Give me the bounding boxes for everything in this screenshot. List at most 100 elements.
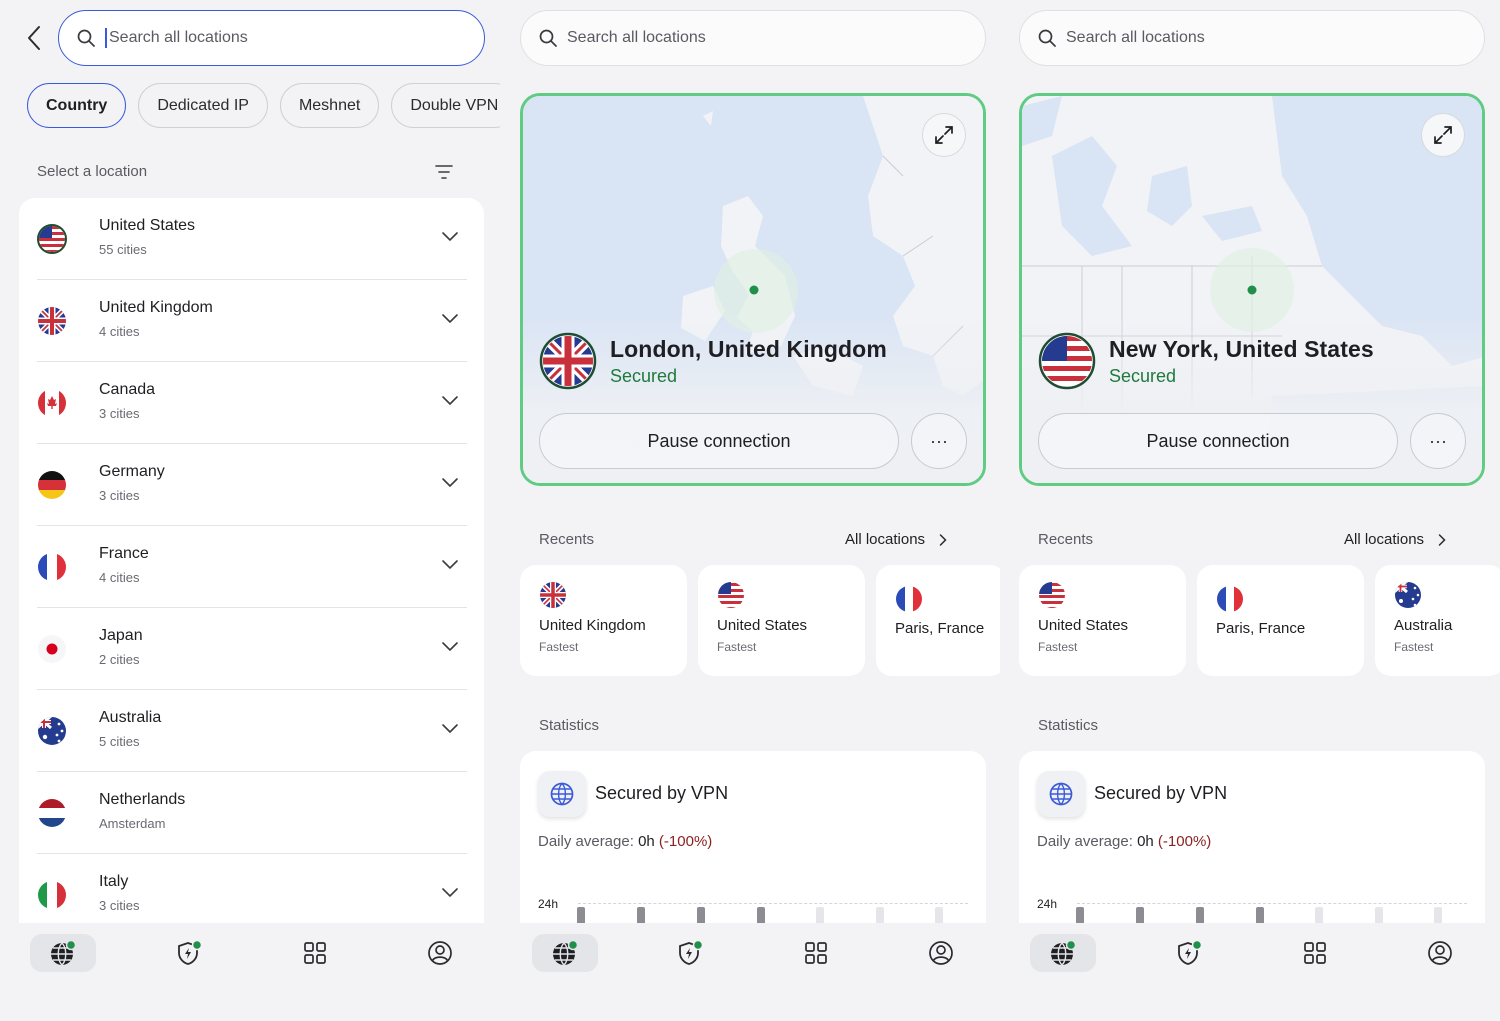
connection-card: New York, United States Secured Pause co… bbox=[1019, 93, 1485, 486]
pause-connection-button[interactable]: Pause connection bbox=[539, 413, 899, 469]
chip-double-vpn[interactable]: Double VPN bbox=[391, 83, 500, 128]
filter-icon[interactable] bbox=[433, 162, 455, 182]
chevron-down-icon[interactable] bbox=[441, 886, 459, 898]
chip-country[interactable]: Country bbox=[27, 83, 127, 128]
recent-name: United States bbox=[717, 617, 808, 634]
country-row-australia[interactable]: Australia 5 cities bbox=[37, 690, 467, 772]
shield-bolt-icon bbox=[178, 939, 203, 965]
all-locations-label: All locations bbox=[845, 531, 926, 548]
country-row-uk[interactable]: United Kingdom 4 cities bbox=[37, 280, 467, 362]
nav-apps[interactable] bbox=[282, 934, 348, 972]
country-row-france[interactable]: France 4 cities bbox=[37, 526, 467, 608]
all-locations-label: All locations bbox=[1344, 531, 1425, 548]
daily-average: Daily average: 0h (-100%) bbox=[1037, 833, 1211, 850]
country-row-canada[interactable]: Canada 3 cities bbox=[37, 362, 467, 444]
select-location-label: Select a location bbox=[37, 163, 148, 180]
bottom-nav bbox=[0, 923, 500, 1021]
country-list: United States 55 cities United Kingdom 4… bbox=[19, 198, 484, 958]
connection-status: Secured bbox=[610, 366, 678, 386]
recent-card-paris[interactable]: Paris, France bbox=[1197, 565, 1364, 676]
chevron-down-icon[interactable] bbox=[441, 558, 459, 570]
chevron-down-icon[interactable] bbox=[441, 640, 459, 652]
search-input[interactable] bbox=[567, 29, 924, 47]
chevron-down-icon[interactable] bbox=[441, 230, 459, 242]
chevron-down-icon[interactable] bbox=[441, 722, 459, 734]
search-input[interactable] bbox=[109, 29, 435, 47]
statistics-label: Statistics bbox=[1038, 717, 1099, 734]
connection-status: Secured bbox=[1109, 366, 1177, 386]
chart-y-label: 24h bbox=[1037, 897, 1058, 911]
chip-dedicated-ip[interactable]: Dedicated IP bbox=[138, 83, 268, 128]
recent-card-us[interactable]: United States Fastest bbox=[698, 565, 865, 676]
recents-label: Recents bbox=[539, 531, 595, 548]
us-flag-icon bbox=[718, 582, 744, 608]
expand-map-button[interactable] bbox=[922, 113, 966, 157]
connection-card: London, United Kingdom Secured Pause con… bbox=[520, 93, 986, 486]
nav-globe[interactable] bbox=[532, 934, 598, 972]
pause-connection-button[interactable]: Pause connection bbox=[1038, 413, 1398, 469]
us-flag-icon bbox=[1038, 332, 1096, 390]
profile-icon bbox=[1428, 941, 1452, 965]
recent-card-us[interactable]: United States Fastest bbox=[1019, 565, 1186, 676]
recent-name: United States bbox=[1038, 617, 1129, 634]
vpn-globe-badge bbox=[538, 771, 586, 817]
recent-card-australia[interactable]: Australia Fastest bbox=[1375, 565, 1500, 676]
search-bar[interactable] bbox=[58, 10, 485, 66]
recent-card-paris[interactable]: Paris, France bbox=[876, 565, 1000, 676]
uk-flag-icon bbox=[38, 307, 66, 335]
country-cities: 55 cities bbox=[99, 242, 147, 257]
australia-flag-icon bbox=[38, 717, 66, 745]
profile-icon bbox=[929, 941, 953, 965]
country-row-germany[interactable]: Germany 3 cities bbox=[37, 444, 467, 526]
germany-flag-icon bbox=[38, 471, 66, 499]
location-title: London, United Kingdom bbox=[610, 336, 887, 362]
chevron-down-icon[interactable] bbox=[441, 312, 459, 324]
nav-apps[interactable] bbox=[783, 934, 849, 972]
search-bar[interactable] bbox=[520, 10, 986, 66]
uk-flag-icon bbox=[540, 582, 566, 608]
country-row-us[interactable]: United States 55 cities bbox=[37, 198, 467, 280]
globe-icon bbox=[51, 939, 77, 966]
daily-change: (-100%) bbox=[1157, 833, 1212, 850]
grid-icon bbox=[1304, 942, 1326, 964]
search-icon bbox=[539, 29, 557, 47]
shield-bolt-icon bbox=[1178, 939, 1203, 965]
country-name: Netherlands bbox=[99, 791, 186, 808]
chip-meshnet[interactable]: Meshnet bbox=[279, 83, 380, 128]
country-name: Canada bbox=[99, 381, 156, 398]
chevron-left-icon bbox=[28, 26, 40, 50]
nav-protection[interactable] bbox=[657, 934, 723, 972]
nav-protection[interactable] bbox=[156, 934, 222, 972]
expand-map-button[interactable] bbox=[1421, 113, 1465, 157]
recent-card-uk[interactable]: United Kingdom Fastest bbox=[520, 565, 687, 676]
nav-profile[interactable] bbox=[908, 934, 974, 972]
canada-flag-icon bbox=[38, 389, 66, 417]
chevron-down-icon[interactable] bbox=[441, 476, 459, 488]
france-flag-icon bbox=[38, 553, 66, 581]
france-flag-icon bbox=[1217, 586, 1243, 612]
nav-profile[interactable] bbox=[407, 934, 473, 972]
more-options-button[interactable]: ··· bbox=[911, 413, 967, 469]
chevron-down-icon[interactable] bbox=[441, 394, 459, 406]
home-panel-london: London, United Kingdom Secured Pause con… bbox=[500, 0, 1000, 1021]
globe-icon bbox=[553, 939, 579, 966]
all-locations-link[interactable]: All locations bbox=[1344, 531, 1446, 548]
daily-change: (-100%) bbox=[658, 833, 713, 850]
country-row-japan[interactable]: Japan 2 cities bbox=[37, 608, 467, 690]
recents-label: Recents bbox=[1038, 531, 1094, 548]
search-input[interactable] bbox=[1066, 29, 1423, 47]
nav-profile[interactable] bbox=[1407, 934, 1473, 972]
nav-globe[interactable] bbox=[30, 934, 96, 972]
nav-globe[interactable] bbox=[1030, 934, 1096, 972]
country-cities: 3 cities bbox=[99, 406, 140, 421]
country-name: United States bbox=[99, 217, 196, 234]
back-button[interactable] bbox=[20, 22, 48, 54]
country-row-netherlands[interactable]: Netherlands Amsterdam bbox=[37, 772, 467, 854]
nav-protection[interactable] bbox=[1156, 934, 1222, 972]
all-locations-link[interactable]: All locations bbox=[845, 531, 947, 548]
nav-apps[interactable] bbox=[1282, 934, 1348, 972]
vpn-globe-badge bbox=[1037, 771, 1085, 817]
search-bar[interactable] bbox=[1019, 10, 1485, 66]
recent-sub: Fastest bbox=[539, 640, 579, 654]
more-options-button[interactable]: ··· bbox=[1410, 413, 1466, 469]
